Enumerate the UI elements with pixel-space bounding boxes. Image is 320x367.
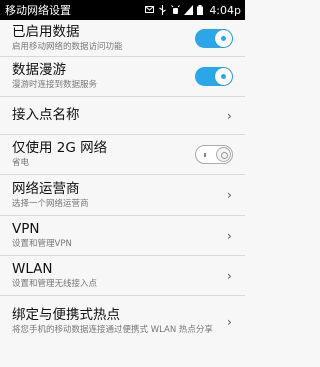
chevron-right-icon: › xyxy=(227,314,232,329)
setting-data-roaming[interactable]: 数据漫游 漫游时连接到数据服务 xyxy=(0,57,245,97)
chevron-right-icon: › xyxy=(227,108,232,123)
setting-title: WLAN xyxy=(12,261,53,277)
setting-subtitle: 将您手机的移动数据连接通过便携式 WLAN 热点分享 xyxy=(12,325,213,335)
2g-only-toggle[interactable] xyxy=(195,145,233,164)
data-enabled-toggle[interactable] xyxy=(195,28,233,48)
settings-list: 已启用数据 启用移动网络的数据访问功能 数据漫游 漫游时连接到数据服务 接入点名… xyxy=(0,20,245,347)
setting-subtitle: 设置和管理无线接入点 xyxy=(12,279,98,289)
chevron-right-icon: › xyxy=(227,228,232,243)
signal-icon xyxy=(184,5,194,15)
status-time: 4:04p xyxy=(209,3,241,17)
setting-network-operators[interactable]: 网络运营商 选择一个网络运营商 › xyxy=(0,175,245,216)
setting-2g-only[interactable]: 仅使用 2G 网络 省电 xyxy=(0,135,245,175)
status-title: 移动网络设置 xyxy=(5,4,71,17)
toggle-knob xyxy=(216,147,231,162)
setting-title: VPN xyxy=(12,221,40,237)
status-icons: 4:04p xyxy=(145,4,245,17)
setting-title: 接入点名称 xyxy=(12,107,80,123)
setting-tethering-hotspot[interactable]: 绑定与便携式热点 将您手机的移动数据连接通过便携式 WLAN 热点分享 › xyxy=(0,296,245,347)
toggle-knob xyxy=(215,29,232,47)
setting-title: 绑定与便携式热点 xyxy=(12,307,120,323)
setting-subtitle: 选择一个网络运营商 xyxy=(12,198,89,209)
chevron-right-icon: › xyxy=(227,268,232,283)
toggle-knob xyxy=(215,68,232,85)
setting-title: 网络运营商 xyxy=(12,180,80,197)
status-bar: 移动网络设置 4:04p xyxy=(0,0,245,20)
usb-icon xyxy=(158,5,167,15)
setting-wlan[interactable]: WLAN 设置和管理无线接入点 › xyxy=(0,256,245,296)
debug-icon xyxy=(171,5,181,15)
message-icon xyxy=(145,5,155,15)
setting-subtitle: 设置和管理VPN xyxy=(12,239,72,249)
battery-icon xyxy=(197,5,204,15)
data-roaming-toggle[interactable] xyxy=(195,67,233,86)
setting-data-enabled[interactable]: 已启用数据 启用移动网络的数据访问功能 xyxy=(0,20,245,57)
setting-access-point-names[interactable]: 接入点名称 › xyxy=(0,97,245,135)
chevron-right-icon: › xyxy=(227,188,232,202)
setting-vpn[interactable]: VPN 设置和管理VPN › xyxy=(0,216,245,256)
toggle-off-mark xyxy=(204,153,206,157)
